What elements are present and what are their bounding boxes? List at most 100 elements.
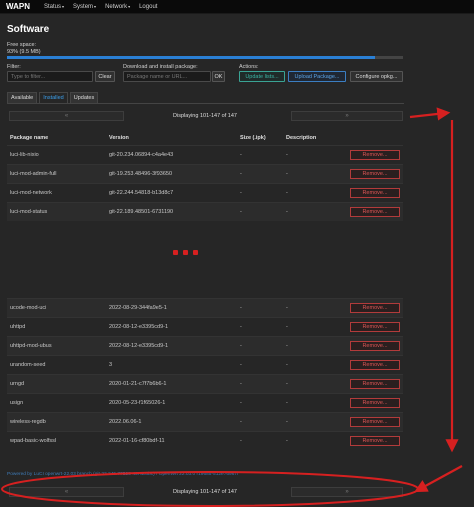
package-size: - — [237, 317, 283, 337]
nav-network-label: Network — [105, 3, 128, 10]
remove-button[interactable]: Remove... — [350, 168, 400, 179]
package-description: - — [283, 374, 347, 394]
row-actions: Remove... — [347, 355, 403, 375]
page-title: Software — [7, 24, 50, 35]
package-name: luci-mod-admin-full — [7, 163, 106, 183]
download-label: Download and install package: — [123, 64, 198, 70]
row-actions: Remove... — [347, 393, 403, 413]
clear-filter-button[interactable]: Clear — [95, 71, 115, 82]
filter-label: Filter: — [7, 64, 21, 70]
table-row: urngd 2020-01-21-c7f7b6b6-1 - - Remove..… — [7, 374, 403, 394]
package-size: - — [237, 201, 283, 221]
free-space-label: Free space: — [7, 42, 37, 48]
remove-button[interactable]: Remove... — [350, 187, 400, 198]
remove-button[interactable]: Remove... — [350, 303, 400, 313]
arrow-to-bottom-pager-icon — [414, 465, 463, 493]
free-space-progress-bar — [7, 56, 403, 59]
arrow-to-top-pager-icon — [409, 107, 451, 121]
col-version[interactable]: Version — [106, 131, 237, 145]
update-lists-button[interactable]: Update lists... — [239, 71, 285, 82]
brand-logo[interactable]: WAPN — [6, 2, 30, 11]
remove-button[interactable]: Remove... — [350, 436, 400, 447]
package-description: - — [283, 431, 347, 451]
install-ok-button[interactable]: OK — [212, 71, 225, 82]
nav-status[interactable]: Status▾ — [44, 4, 64, 10]
package-name: ucode-mod-uci — [7, 298, 106, 318]
package-size: - — [237, 431, 283, 451]
chevron-down-icon: ▾ — [62, 3, 65, 9]
table-row: luci-mod-network git-22.244.54818-b13d8c… — [7, 182, 403, 202]
omitted-rows-gap — [7, 224, 403, 296]
remove-button[interactable]: Remove... — [350, 149, 400, 160]
table-row: uhttpd 2022-08-12-e3395cd9-1 - - Remove.… — [7, 317, 403, 337]
package-description: - — [283, 201, 347, 221]
package-version: 2020-05-23-f1f65026-1 — [106, 393, 237, 413]
package-name: usign — [7, 393, 106, 413]
row-actions: Remove... — [347, 317, 403, 337]
package-version: git-19.253.48496-3f93650 — [106, 163, 237, 183]
package-size: - — [237, 355, 283, 375]
row-actions: Remove... — [347, 412, 403, 432]
package-description: - — [283, 393, 347, 413]
table-header-row: Package name Version Size (.ipk) Descrip… — [7, 131, 403, 145]
package-description: - — [283, 317, 347, 337]
remove-button[interactable]: Remove... — [350, 341, 400, 351]
row-actions: Remove... — [347, 431, 403, 451]
remove-button[interactable]: Remove... — [350, 398, 400, 408]
remove-button[interactable]: Remove... — [350, 379, 400, 389]
next-page-button[interactable]: » — [291, 111, 403, 121]
package-name: uhttpd-mod-ubus — [7, 336, 106, 356]
table-row: luci-mod-admin-full git-19.253.48496-3f9… — [7, 163, 403, 183]
packages-table-bottom: ucode-mod-uci 2022-08-29-344fa9e5-1 - - … — [7, 298, 403, 451]
remove-button[interactable]: Remove... — [350, 322, 400, 332]
package-name: urngd — [7, 374, 106, 394]
table-row: uhttpd-mod-ubus 2022-08-12-e3395cd9-1 - … — [7, 336, 403, 356]
package-name: urandom-seed — [7, 355, 106, 375]
actions-label: Actions: — [239, 64, 259, 70]
nav-status-label: Status — [44, 3, 62, 10]
table-row: wireless-regdb 2022.06.06-1 - - Remove..… — [7, 412, 403, 432]
package-size: - — [237, 412, 283, 432]
ellipsis-marker — [173, 250, 198, 255]
bottom-pager: « Displaying 101-147 of 147 » — [7, 487, 403, 499]
package-description: - — [283, 182, 347, 202]
table-row: urandom-seed 3 - - Remove... — [7, 355, 403, 375]
next-page-button[interactable]: » — [291, 487, 403, 497]
top-pager: « Displaying 101-147 of 147 » — [7, 111, 403, 123]
col-size[interactable]: Size (.ipk) — [237, 131, 283, 145]
remove-button[interactable]: Remove... — [350, 417, 400, 427]
package-description: - — [283, 144, 347, 164]
row-actions: Remove... — [347, 374, 403, 394]
package-name: wireless-regdb — [7, 412, 106, 432]
remove-button[interactable]: Remove... — [350, 206, 400, 217]
row-actions: Remove... — [347, 336, 403, 356]
package-description: - — [283, 298, 347, 318]
package-version: git-22.189.48501-6731190 — [106, 201, 237, 221]
table-row: luci-lib-nixio git-20.234.06894-c4a4e43 … — [7, 144, 403, 164]
nav-network[interactable]: Network▾ — [105, 4, 130, 10]
footer-powered-by[interactable]: Powered by LuCI openwrt-22.03 branch (gi… — [7, 472, 238, 477]
row-actions: Remove... — [347, 298, 403, 318]
filter-input[interactable]: Type to filter... — [7, 71, 93, 82]
package-version: 2022-01-16-cf80bdf-11 — [106, 431, 237, 451]
tab-divider — [7, 103, 404, 104]
package-url-input[interactable]: Package name or URL... — [123, 71, 211, 82]
col-package-name[interactable]: Package name — [7, 131, 106, 145]
package-version: git-22.244.54818-b13d8c7 — [106, 182, 237, 202]
package-name: wpad-basic-wolfssl — [7, 431, 106, 451]
package-version: 2022.06.06-1 — [106, 412, 237, 432]
table-row: ucode-mod-uci 2022-08-29-344fa9e5-1 - - … — [7, 298, 403, 318]
nav-system-label: System — [73, 3, 94, 10]
row-actions: Remove... — [347, 182, 403, 202]
configure-opkg-button[interactable]: Configure opkg... — [350, 71, 403, 82]
ellipsis-dot — [183, 250, 188, 255]
package-size: - — [237, 182, 283, 202]
nav-logout[interactable]: Logout — [139, 4, 157, 10]
package-description: - — [283, 336, 347, 356]
nav-system[interactable]: System▾ — [73, 4, 96, 10]
col-description[interactable]: Description — [283, 131, 347, 145]
package-size: - — [237, 298, 283, 318]
remove-button[interactable]: Remove... — [350, 360, 400, 370]
package-description: - — [283, 355, 347, 375]
upload-package-button[interactable]: Upload Package... — [288, 71, 346, 82]
